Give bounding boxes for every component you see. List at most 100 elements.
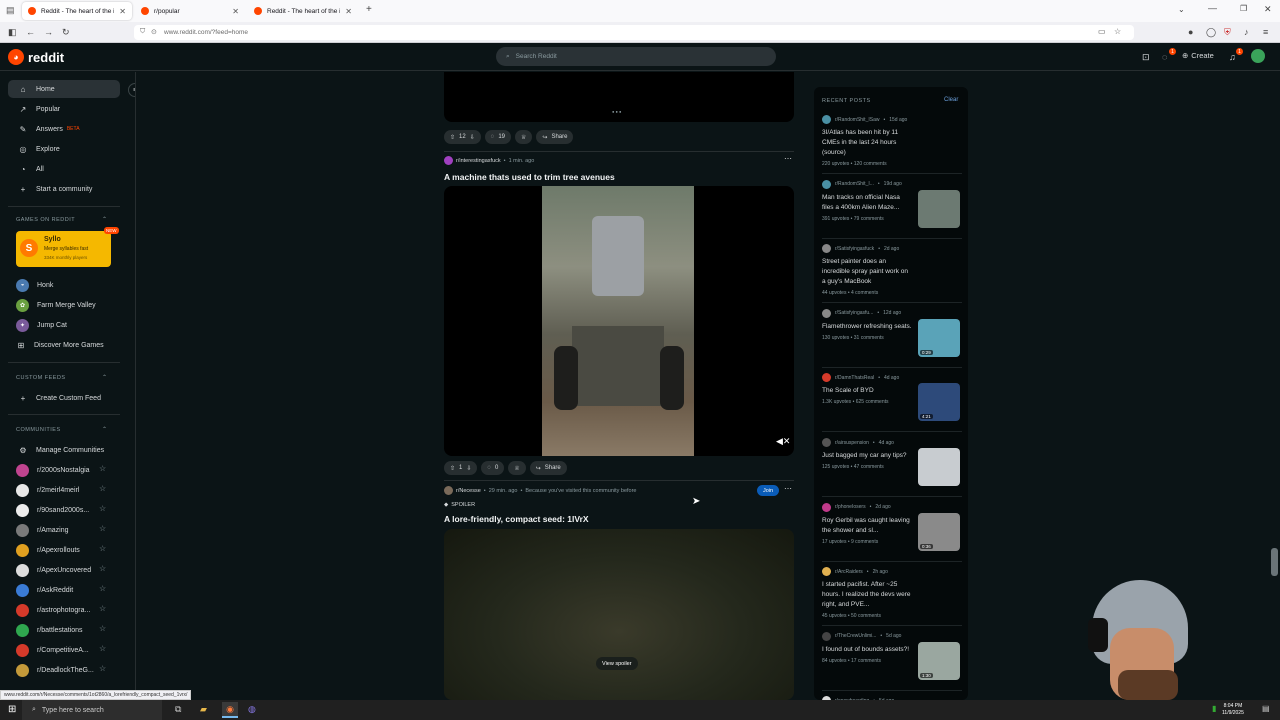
share-button[interactable]: ↪ Share bbox=[536, 130, 574, 144]
reddit-logo[interactable]: ◕ reddit bbox=[8, 49, 64, 65]
recent-post-subreddit[interactable]: r/RandomShit_I... bbox=[835, 181, 874, 187]
recent-post-item[interactable]: r/Satisfyingasfuck • 2d ago Street painter … bbox=[822, 244, 962, 296]
favorite-star-icon[interactable]: ☆ bbox=[99, 664, 106, 673]
downvote-icon[interactable]: ⇩ bbox=[470, 134, 475, 141]
tray-icon[interactable]: ▮ bbox=[1212, 704, 1216, 713]
post-overflow-menu-icon[interactable]: ⋯ bbox=[784, 154, 792, 163]
recent-post-subreddit[interactable]: r/DamnThatsReal bbox=[835, 375, 874, 381]
recent-post-title[interactable]: Man tracks on official Nasa files a 400k… bbox=[822, 193, 912, 213]
close-tab-icon[interactable]: ✕ bbox=[119, 7, 126, 16]
notification-center-icon[interactable]: ▤ bbox=[1262, 704, 1270, 713]
account-icon[interactable]: ◯ bbox=[1206, 27, 1216, 38]
recent-post-title[interactable]: I found out of bounds assets?! bbox=[822, 645, 912, 655]
recent-post-title[interactable]: Flamethrower refreshing seats. bbox=[822, 322, 912, 332]
join-button[interactable]: Join bbox=[757, 485, 780, 496]
reload-icon[interactable]: ↻ bbox=[62, 27, 70, 38]
syllo-game-card[interactable]: S Syllo Merge syllables fast 334K monthl… bbox=[16, 227, 119, 267]
favorite-star-icon[interactable]: ☆ bbox=[99, 504, 106, 513]
mute-icon[interactable]: ◀✕ bbox=[776, 436, 790, 447]
subreddit-avatar[interactable] bbox=[444, 156, 453, 165]
close-window-icon[interactable]: ✕ bbox=[1264, 4, 1272, 15]
close-tab-icon[interactable]: ✕ bbox=[232, 7, 239, 16]
recent-post-thumbnail[interactable]: 0:36 bbox=[918, 512, 960, 551]
upvote-icon[interactable]: ⇧ bbox=[450, 134, 455, 141]
file-explorer-icon[interactable]: ▰ bbox=[200, 704, 207, 715]
award-button[interactable]: ♕ bbox=[515, 130, 533, 144]
new-tab-icon[interactable]: + bbox=[366, 4, 372, 15]
post-title[interactable]: A lore-friendly, compact seed: 1lVrX bbox=[444, 514, 589, 524]
upvote-icon[interactable]: ⇧ bbox=[450, 465, 455, 472]
chevron-up-icon[interactable]: ⌃ bbox=[102, 426, 107, 433]
browser-tab-3[interactable]: Reddit - The heart of the intern ✕ bbox=[248, 2, 358, 20]
clock[interactable]: 8:04 PM 11/9/2025 bbox=[1222, 703, 1244, 717]
notification-bell-icon[interactable]: ♫ bbox=[1229, 52, 1236, 62]
chevron-up-icon[interactable]: ⌃ bbox=[102, 216, 107, 223]
recent-post-thumbnail[interactable]: 1:30 bbox=[918, 641, 960, 680]
firefox-icon[interactable]: ◉ bbox=[222, 702, 238, 718]
chevron-up-icon[interactable]: ⌃ bbox=[102, 374, 107, 381]
recent-post-subreddit[interactable]: r/TheCrewUnlimi... bbox=[835, 633, 876, 639]
custom-feeds-header[interactable]: CUSTOM FEEDS bbox=[16, 375, 66, 381]
favorite-star-icon[interactable]: ☆ bbox=[99, 584, 106, 593]
post-title[interactable]: A machine thats used to trim tree avenue… bbox=[444, 172, 615, 182]
recent-post-title[interactable]: Street painter does an incredible spray … bbox=[822, 257, 912, 287]
tab-overflow-icon[interactable]: ⌄ bbox=[1178, 5, 1185, 14]
communities-header[interactable]: COMMUNITIES bbox=[16, 427, 61, 433]
task-view-icon[interactable]: ⧉ bbox=[175, 704, 181, 715]
favorite-star-icon[interactable]: ☆ bbox=[99, 524, 106, 533]
subreddit-avatar[interactable] bbox=[444, 486, 453, 495]
recent-post-item[interactable]: r/ArcRaiders • 2h ago I started pacifist. A… bbox=[822, 567, 962, 619]
browser-tab-2[interactable]: r/popular ✕ bbox=[135, 2, 245, 20]
favorite-star-icon[interactable]: ☆ bbox=[99, 644, 106, 653]
reader-view-icon[interactable]: ▭ bbox=[1098, 27, 1106, 36]
sidebar-item-answers[interactable]: ✎ Answers BETA bbox=[8, 120, 120, 138]
previous-post-media[interactable]: ● ● ● bbox=[444, 72, 794, 122]
sidebar-item-all[interactable]: ◔ All bbox=[8, 160, 120, 178]
award-button[interactable]: ♕ bbox=[508, 461, 526, 475]
search-input[interactable]: ⌕ Search Reddit bbox=[496, 47, 776, 66]
downvote-icon[interactable]: ⇩ bbox=[466, 465, 471, 472]
maximize-icon[interactable]: ❐ bbox=[1240, 4, 1247, 13]
collapse-sidebar-icon[interactable]: ≡ bbox=[128, 83, 135, 97]
sidebar-item-start-community[interactable]: + Start a community bbox=[8, 180, 120, 198]
sidebar-discover-games[interactable]: ⊞ Discover More Games bbox=[8, 336, 120, 354]
menu-icon[interactable]: ≡ bbox=[1263, 27, 1268, 37]
recent-post-subreddit[interactable]: r/Satisfyingasfuck bbox=[835, 246, 874, 252]
sidebar-game-farm-merge-valley[interactable]: ✿ Farm Merge Valley bbox=[8, 296, 120, 314]
view-spoiler-button[interactable]: View spoiler bbox=[596, 657, 638, 670]
sidebar-game-honk[interactable]: ◒ Honk bbox=[8, 276, 120, 294]
recent-post-subreddit[interactable]: r/ArcRaiders bbox=[835, 569, 863, 575]
recent-post-thumbnail[interactable] bbox=[918, 448, 960, 486]
recent-post-title[interactable]: Roy Gerbil was caught leaving the shower… bbox=[822, 516, 912, 536]
favorite-star-icon[interactable]: ☆ bbox=[99, 544, 106, 553]
recent-post-subreddit[interactable]: r/RandomShit_ISaw bbox=[835, 117, 879, 123]
advertise-icon[interactable]: ⊡ bbox=[1142, 52, 1150, 63]
recent-post-title[interactable]: I started pacifist. After ~25 hours. I r… bbox=[822, 580, 912, 610]
post-subreddit[interactable]: r/interestingasfuck bbox=[456, 158, 501, 164]
games-section-header[interactable]: GAMES ON REDDIT bbox=[16, 217, 75, 223]
vpn-icon[interactable]: ● bbox=[1188, 27, 1193, 37]
recent-post-title[interactable]: The Scale of BYD bbox=[822, 386, 912, 396]
spoiler-media-blurred[interactable]: View spoiler bbox=[444, 529, 794, 700]
favorite-star-icon[interactable]: ☆ bbox=[99, 464, 106, 473]
sidebar-item-home[interactable]: ⌂ Home bbox=[8, 80, 120, 98]
favorite-star-icon[interactable]: ☆ bbox=[99, 604, 106, 613]
favorite-star-icon[interactable]: ☆ bbox=[99, 484, 106, 493]
recent-post-subreddit[interactable]: r/airsuspension bbox=[835, 440, 869, 446]
extension-icon[interactable]: ⛨ bbox=[1224, 27, 1231, 38]
favorite-star-icon[interactable]: ☆ bbox=[99, 624, 106, 633]
recent-post-thumbnail[interactable]: 4:21 bbox=[918, 383, 960, 422]
share-button[interactable]: ↪ Share bbox=[529, 461, 567, 475]
sidebar-game-jump-cat[interactable]: ✦ Jump Cat bbox=[8, 316, 120, 334]
clear-recent-button[interactable]: Clear bbox=[944, 97, 958, 103]
post-video-player[interactable]: ◀✕ bbox=[444, 186, 794, 456]
manage-communities[interactable]: ⚙ Manage Communities bbox=[8, 441, 120, 459]
close-tab-icon[interactable]: ✕ bbox=[345, 7, 352, 16]
page-scrollbar-thumb[interactable] bbox=[1271, 548, 1278, 576]
url-field[interactable]: ⛉ ⊙ www.reddit.com/?feed=home ▭ ☆ bbox=[134, 25, 1134, 40]
comments-button[interactable]: ◌ 19 bbox=[484, 130, 512, 144]
sidebar-item-popular[interactable]: ↗ Popular bbox=[8, 100, 120, 118]
recent-post-title[interactable]: Just bagged my car any tips? bbox=[822, 451, 912, 461]
audio-icon[interactable]: ♪ bbox=[1244, 27, 1249, 37]
recent-post-subreddit[interactable]: r/phoneIosers bbox=[835, 504, 866, 510]
